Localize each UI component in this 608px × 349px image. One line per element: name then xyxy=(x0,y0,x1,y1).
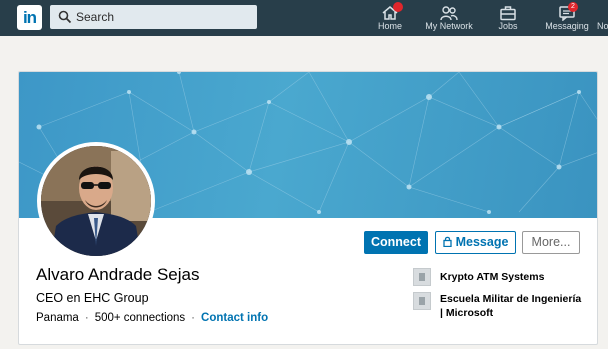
current-company-name: Krypto ATM Systems xyxy=(440,271,545,283)
profile-photo[interactable] xyxy=(37,142,155,260)
nav-home-label: Home xyxy=(377,21,402,31)
nav-messaging[interactable]: 2 Messaging xyxy=(539,0,595,36)
education-name-line1: Escuela Militar de Ingeniería xyxy=(440,293,582,305)
linkedin-logo[interactable]: in xyxy=(17,5,42,30)
contact-info-link[interactable]: Contact info xyxy=(201,312,268,324)
profile-location: Panama xyxy=(36,312,79,324)
messaging-badge: 2 xyxy=(568,2,578,12)
profile-name: Alvaro Andrade Sejas xyxy=(36,265,200,284)
profile-photo-image xyxy=(41,146,151,256)
profile-connections[interactable]: 500+ connections xyxy=(95,312,185,324)
separator-dot: · xyxy=(84,312,89,324)
message-button-label: Message xyxy=(455,235,509,249)
lock-icon xyxy=(442,236,452,247)
nav-notifications-label: No xyxy=(597,21,608,31)
search-box[interactable] xyxy=(50,5,257,29)
my-network-icon xyxy=(440,6,458,21)
separator-dot: · xyxy=(191,312,196,324)
profile-headline: CEO en EHC Group xyxy=(36,291,149,305)
nav-jobs-label: Jobs xyxy=(498,21,518,31)
company-logo-icon xyxy=(413,268,431,286)
notification-badge xyxy=(393,2,403,12)
search-icon xyxy=(58,10,72,24)
message-button[interactable]: Message xyxy=(435,231,516,254)
school-logo-icon xyxy=(413,292,431,310)
top-nav-bar: in Home My Network Jobs xyxy=(0,0,608,36)
more-button[interactable]: More... xyxy=(522,231,580,254)
current-company[interactable]: Krypto ATM Systems xyxy=(413,268,593,288)
nav-my-network[interactable]: My Network xyxy=(420,0,478,36)
profile-card: Connect Message More... Alvaro Andrade S… xyxy=(18,71,598,345)
nav-home[interactable]: Home xyxy=(370,0,410,36)
jobs-icon xyxy=(500,6,516,21)
nav-notifications[interactable]: No xyxy=(597,0,608,36)
education-name: Escuela Militar de Ingeniería | Microsof… xyxy=(440,292,581,320)
education-name-line2: | Microsoft xyxy=(440,307,494,319)
nav-my-network-label: My Network xyxy=(425,21,473,31)
search-input[interactable] xyxy=(76,5,251,29)
nav-jobs[interactable]: Jobs xyxy=(490,0,526,36)
nav-messaging-label: Messaging xyxy=(545,21,589,31)
profile-meta: Panama · 500+ connections · Contact info xyxy=(36,312,268,324)
education-item[interactable]: Escuela Militar de Ingeniería | Microsof… xyxy=(413,292,593,322)
connect-button[interactable]: Connect xyxy=(364,231,428,254)
